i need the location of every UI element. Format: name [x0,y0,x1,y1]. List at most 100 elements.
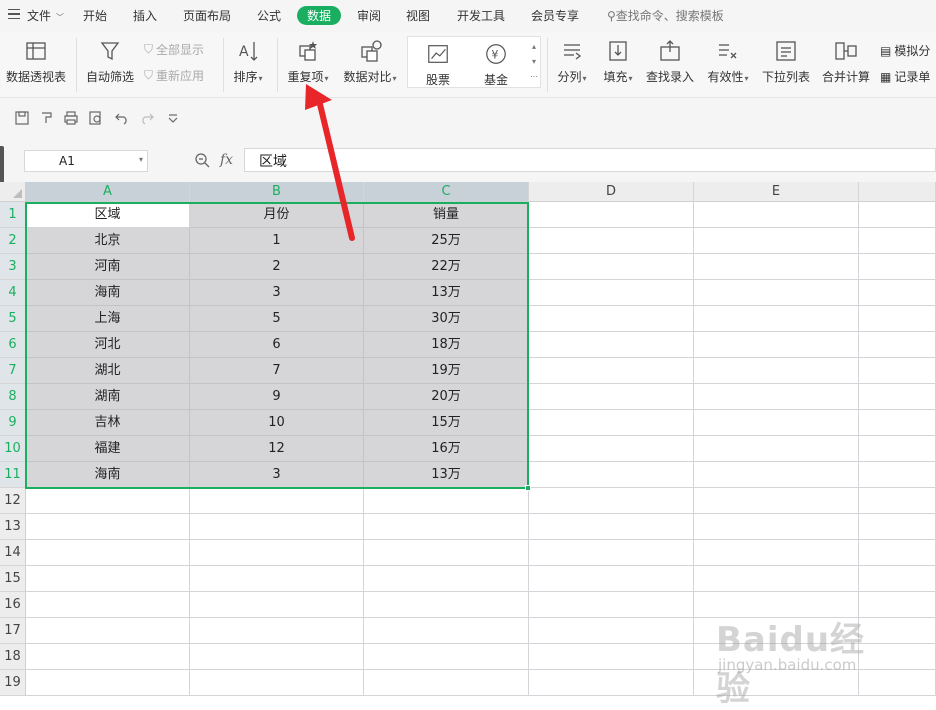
row-header-13[interactable]: 13 [0,514,26,540]
split-column-button[interactable]: 分列▾ [553,38,591,85]
cell[interactable] [529,670,694,696]
cell[interactable] [529,436,694,462]
cell[interactable]: 上海 [26,306,190,332]
cell[interactable] [859,254,936,280]
cell[interactable] [694,358,859,384]
fill-button[interactable]: 填充▾ [599,38,637,85]
cell[interactable] [190,540,364,566]
cell[interactable] [694,410,859,436]
cell[interactable]: 20万 [364,384,529,410]
dropdown-list-button[interactable]: 下拉列表 [760,38,812,85]
customize-toolbar-icon[interactable] [165,110,181,126]
menu-view[interactable]: 视图 [406,7,430,24]
cell[interactable] [364,488,529,514]
cell[interactable] [364,644,529,670]
cell[interactable] [529,514,694,540]
row-header-17[interactable]: 17 [0,618,26,644]
cell[interactable] [694,670,859,696]
cell[interactable] [694,306,859,332]
lookup-entry-button[interactable]: 查找录入 [644,38,696,85]
cell[interactable] [190,644,364,670]
select-all-corner[interactable] [0,182,26,202]
cell[interactable] [364,670,529,696]
cell[interactable] [26,488,190,514]
menu-page-layout[interactable]: 页面布局 [183,7,231,24]
cell[interactable] [859,592,936,618]
save-icon[interactable] [14,110,30,126]
record-form-button[interactable]: ▦ 记录单 [880,68,930,85]
cell[interactable] [694,202,859,228]
cell[interactable] [694,436,859,462]
pivot-table-button[interactable]: 数据透视表 [4,38,68,85]
cell[interactable]: 河南 [26,254,190,280]
cell[interactable]: 福建 [26,436,190,462]
validity-button[interactable]: 有效性▾ [704,38,752,85]
cell[interactable]: 5 [190,306,364,332]
cell[interactable] [694,514,859,540]
fx-icon[interactable]: fx [220,152,233,168]
cell[interactable] [859,670,936,696]
row-header-18[interactable]: 18 [0,644,26,670]
cell[interactable] [190,618,364,644]
cell[interactable] [529,566,694,592]
cell[interactable]: 30万 [364,306,529,332]
cell[interactable]: 2 [190,254,364,280]
duplicates-button[interactable]: 重复项▾ [283,38,333,85]
cell[interactable] [529,306,694,332]
cell[interactable] [364,618,529,644]
cell[interactable] [859,280,936,306]
cell[interactable]: 6 [190,332,364,358]
autofilter-button[interactable]: 自动筛选 [84,38,136,85]
cell[interactable] [859,488,936,514]
cell[interactable]: 销量 [364,202,529,228]
cell[interactable] [26,540,190,566]
cell[interactable] [694,462,859,488]
formula-input[interactable]: 区域 [244,148,936,172]
print-icon[interactable] [63,110,79,126]
cell[interactable] [529,202,694,228]
consolidate-button[interactable]: 合并计算 [820,38,872,85]
column-header-a[interactable]: A [26,182,190,202]
cell[interactable] [694,540,859,566]
cell[interactable] [859,540,936,566]
menu-formula[interactable]: 公式 [257,7,281,24]
cell[interactable]: 13万 [364,462,529,488]
menu-file[interactable]: 文件 ﹀ [27,7,64,24]
cell[interactable] [529,644,694,670]
cell[interactable] [26,566,190,592]
cell[interactable]: 16万 [364,436,529,462]
menu-review[interactable]: 审阅 [357,7,381,24]
chevron-down-icon[interactable]: ▾ [530,54,538,69]
cell[interactable] [694,384,859,410]
cell[interactable]: 9 [190,384,364,410]
funds-button[interactable]: ¥ 基金 [478,41,514,88]
cell[interactable] [364,514,529,540]
cell[interactable]: 1 [190,228,364,254]
cell[interactable]: 海南 [26,280,190,306]
column-header-e[interactable]: E [694,182,859,202]
data-compare-button[interactable]: 数据对比▾ [340,38,400,85]
expand-icon[interactable]: ⋯ [530,69,538,84]
cell[interactable] [859,332,936,358]
reapply-button[interactable]: ⛉ 重新应用 [144,67,204,84]
undo-icon[interactable] [114,110,130,126]
cell[interactable] [529,228,694,254]
cell[interactable] [364,566,529,592]
row-header-16[interactable]: 16 [0,592,26,618]
row-header-11[interactable]: 11 [0,462,26,488]
zoom-search-icon[interactable] [194,152,210,168]
cell[interactable] [694,618,859,644]
redo-icon[interactable] [139,110,155,126]
cell[interactable]: 13万 [364,280,529,306]
row-header-9[interactable]: 9 [0,410,26,436]
cell[interactable] [694,280,859,306]
fill-handle[interactable] [525,485,531,491]
column-header-c[interactable]: C [364,182,529,202]
cell[interactable]: 湖南 [26,384,190,410]
cell[interactable] [190,514,364,540]
cell[interactable] [190,566,364,592]
cell[interactable]: 10 [190,410,364,436]
row-header-7[interactable]: 7 [0,358,26,384]
row-header-2[interactable]: 2 [0,228,26,254]
row-header-19[interactable]: 19 [0,670,26,696]
